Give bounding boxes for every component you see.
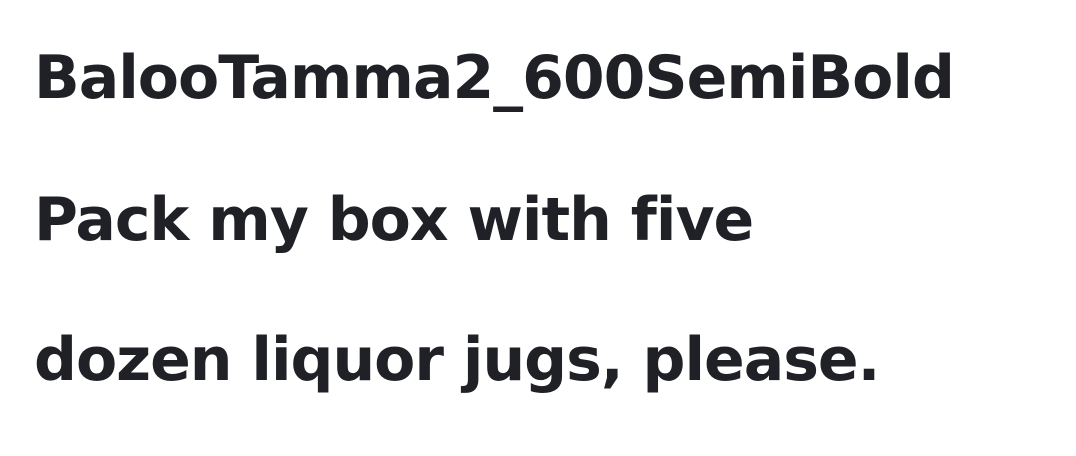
font-name-heading: BalooTamma2_600SemiBold	[34, 43, 955, 113]
font-specimen: BalooTamma2_600SemiBold Pack my box with…	[0, 0, 1076, 456]
sample-text-line-1: Pack my box with five	[34, 185, 754, 255]
sample-text-line-2: dozen liquor jugs, please.	[34, 325, 880, 395]
